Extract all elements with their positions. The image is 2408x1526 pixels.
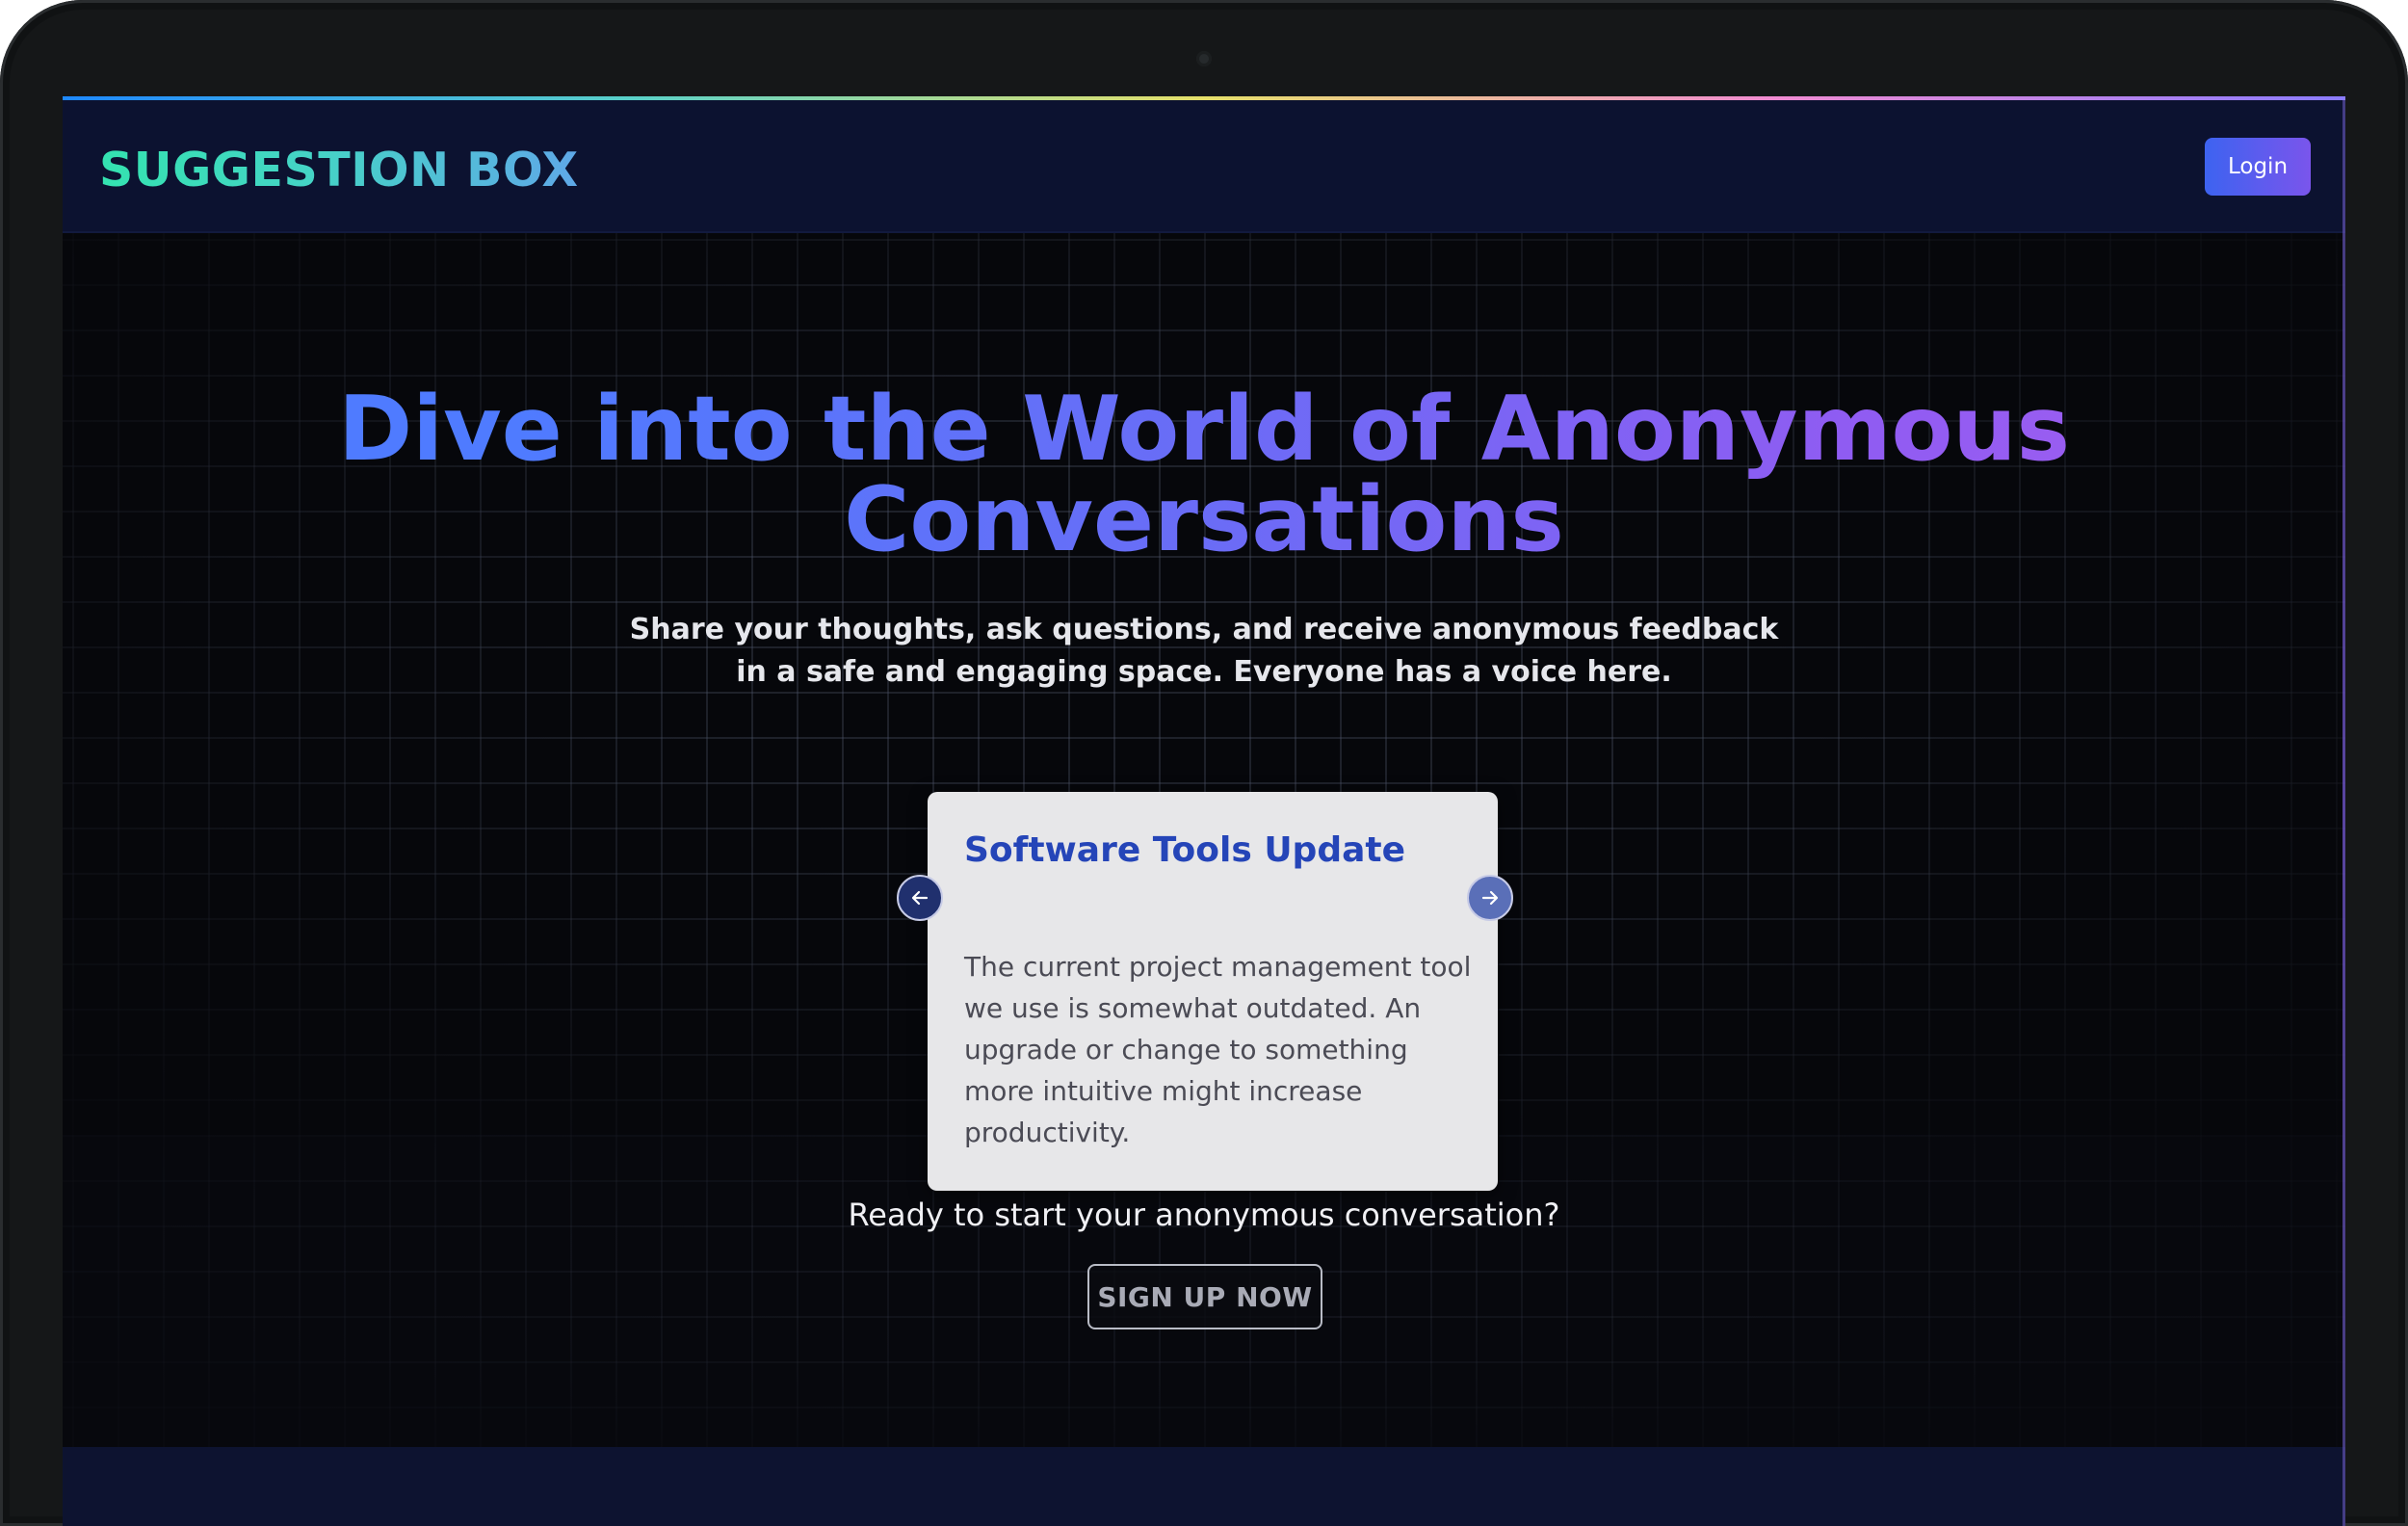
- laptop-bezel: SUGGESTION BOX Login Dive into the World…: [0, 0, 2408, 1526]
- cta-prompt: Ready to start your anonymous conversati…: [848, 1197, 1560, 1233]
- hero-headline: Dive into the World of Anonymous Convers…: [63, 383, 2345, 565]
- carousel-prev-button[interactable]: [897, 875, 943, 921]
- message-card-title: Software Tools Update: [964, 830, 1406, 870]
- hero-section: Dive into the World of Anonymous Convers…: [63, 233, 2345, 1191]
- message-card: Software Tools Update The current projec…: [928, 792, 1498, 1191]
- site-logo[interactable]: SUGGESTION BOX: [99, 143, 579, 197]
- arrow-right-icon: [1481, 890, 1499, 906]
- login-button[interactable]: Login: [2205, 138, 2311, 196]
- camera-icon: [1196, 51, 1212, 66]
- message-card-body: The current project management tool we u…: [964, 951, 1472, 1148]
- top-navbar: SUGGESTION BOX Login: [63, 100, 2345, 233]
- arrow-left-icon: [911, 890, 929, 906]
- signup-button[interactable]: SIGN UP NOW: [1087, 1264, 1322, 1329]
- hero-headline-line1: Dive into the World of Anonymous: [338, 377, 2070, 481]
- hero-headline-line2: Conversations: [844, 467, 1564, 571]
- carousel-next-button[interactable]: [1467, 875, 1513, 921]
- browser-screen: SUGGESTION BOX Login Dive into the World…: [63, 96, 2345, 1526]
- page-footer: [63, 1447, 2345, 1526]
- hero-subtitle: Share your thoughts, ask questions, and …: [629, 613, 1779, 689]
